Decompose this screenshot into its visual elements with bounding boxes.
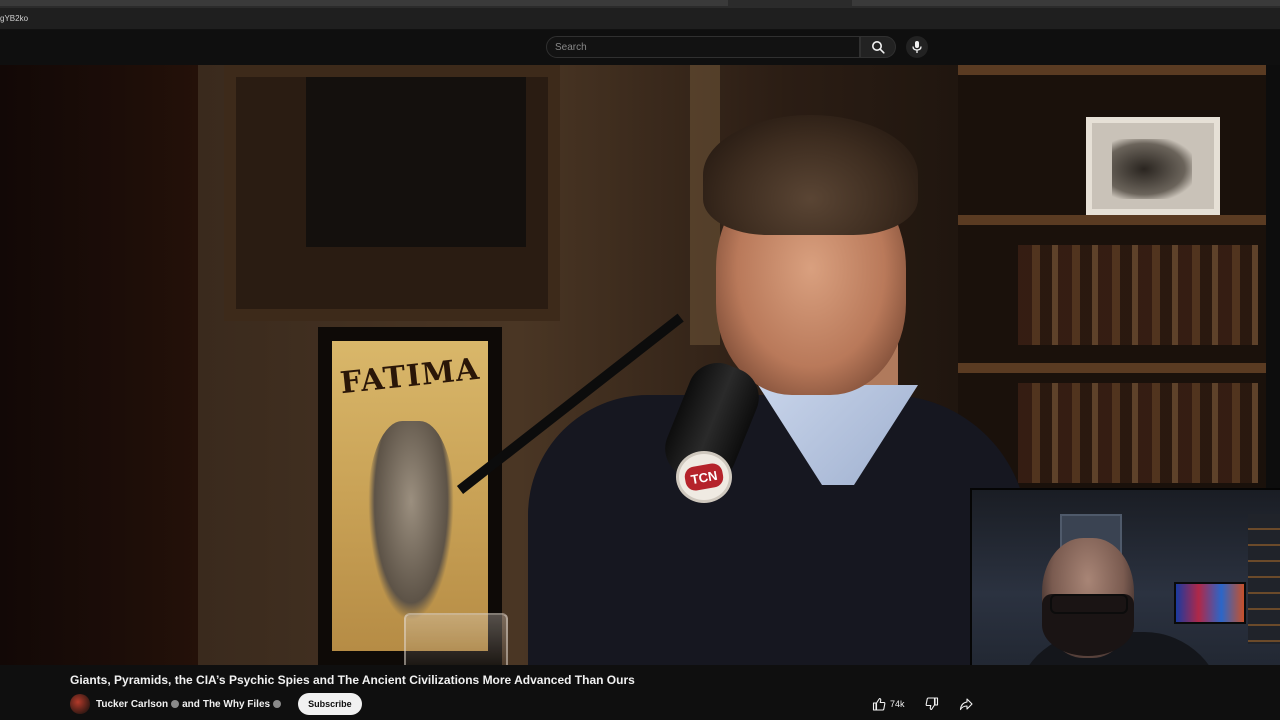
like-count: 74k bbox=[890, 699, 905, 709]
video-title: Giants, Pyramids, the CIA’s Psychic Spie… bbox=[70, 673, 635, 687]
video-info-bar: Giants, Pyramids, the CIA’s Psychic Spie… bbox=[0, 665, 1280, 720]
tcn-logo-text: TCN bbox=[683, 461, 725, 493]
browser-tab[interactable] bbox=[0, 0, 728, 6]
dislike-button[interactable] bbox=[921, 693, 943, 715]
poster-title: FATIMA bbox=[338, 351, 482, 402]
browser-tab-strip bbox=[0, 0, 1280, 8]
framed-photo-image bbox=[1112, 139, 1192, 199]
search-box[interactable] bbox=[546, 36, 860, 58]
search-icon bbox=[872, 41, 885, 54]
host-sweater bbox=[528, 395, 1028, 665]
verified-badge-icon bbox=[171, 700, 180, 708]
webcam-person-glasses bbox=[1050, 594, 1128, 614]
channel-row: Tucker Carlson and The Why Files Subscri… bbox=[70, 693, 362, 715]
poster-artwork: FATIMA bbox=[332, 341, 488, 651]
microphone-icon bbox=[912, 41, 922, 53]
book-row bbox=[1018, 245, 1258, 345]
wall-picture-inner bbox=[306, 77, 526, 247]
framed-photo bbox=[1086, 117, 1220, 215]
poster-figure bbox=[368, 421, 454, 621]
voice-search-button[interactable] bbox=[906, 36, 928, 58]
video-actions: 74k bbox=[866, 693, 977, 715]
shelf-board bbox=[958, 65, 1266, 75]
host-hair bbox=[703, 115, 918, 235]
tcn-logo-badge: TCN bbox=[676, 451, 732, 503]
wall-picture-frame bbox=[224, 65, 560, 321]
book-row bbox=[1018, 383, 1258, 483]
thumbs-up-icon bbox=[872, 697, 886, 711]
verified-badge-icon bbox=[273, 700, 282, 708]
subscribe-button[interactable]: Subscribe bbox=[298, 693, 362, 715]
share-icon bbox=[959, 698, 973, 711]
share-button[interactable] bbox=[955, 693, 977, 715]
like-button[interactable]: 74k bbox=[866, 693, 911, 715]
webcam-background-shelf bbox=[1248, 514, 1280, 644]
channel-avatar[interactable] bbox=[70, 694, 90, 714]
channel-name-secondary[interactable]: The Why Files bbox=[203, 699, 270, 710]
address-bar-url-text: gYB2ko bbox=[0, 14, 29, 23]
thumbs-down-icon bbox=[925, 697, 938, 711]
webcam-background-tv bbox=[1174, 582, 1246, 624]
host-figure bbox=[528, 105, 1028, 665]
search-input[interactable] bbox=[555, 40, 845, 54]
player-letterbox-left bbox=[0, 65, 198, 665]
channel-name-primary[interactable]: Tucker Carlson bbox=[96, 699, 168, 710]
search-button[interactable] bbox=[860, 36, 896, 58]
water-glass bbox=[404, 613, 508, 665]
browser-address-bar[interactable]: gYB2ko bbox=[0, 8, 1280, 30]
browser-tab[interactable] bbox=[852, 0, 1280, 6]
channel-collab-and: and bbox=[182, 698, 200, 710]
youtube-header bbox=[0, 30, 1280, 65]
